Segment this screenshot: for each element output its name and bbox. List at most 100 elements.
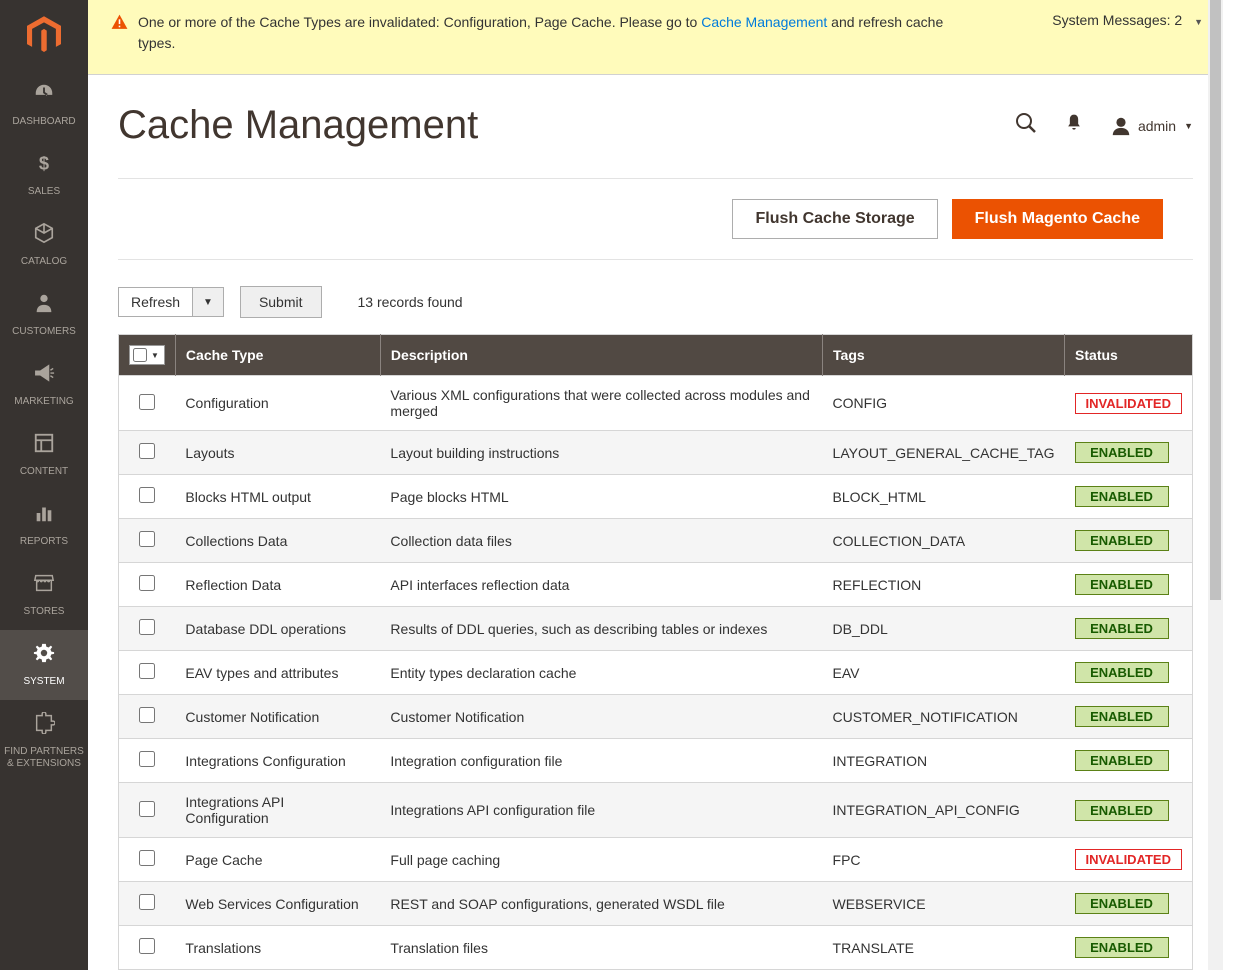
cell-tags: FPC <box>823 838 1065 882</box>
status-badge: INVALIDATED <box>1075 849 1182 870</box>
sidebar-item-label: REPORTS <box>20 536 68 548</box>
table-row: ConfigurationVarious XML configurations … <box>119 376 1193 431</box>
cell-description: Entity types declaration cache <box>380 651 822 695</box>
row-checkbox[interactable] <box>139 801 155 817</box>
cell-status: ENABLED <box>1065 431 1193 475</box>
row-checkbox[interactable] <box>139 531 155 547</box>
magento-logo[interactable] <box>0 0 88 70</box>
flush-cache-storage-button[interactable]: Flush Cache Storage <box>732 199 937 239</box>
sidebar-item-reports[interactable]: REPORTS <box>0 490 88 560</box>
sidebar-item-stores[interactable]: STORES <box>0 560 88 630</box>
table-row: Collections DataCollection data filesCOL… <box>119 519 1193 563</box>
row-checkbox[interactable] <box>139 850 155 866</box>
cell-cache-type: Blocks HTML output <box>175 475 380 519</box>
cell-cache-type: EAV types and attributes <box>175 651 380 695</box>
row-checkbox[interactable] <box>139 443 155 459</box>
col-cache-type[interactable]: Cache Type <box>175 335 380 376</box>
status-badge: ENABLED <box>1075 937 1169 958</box>
col-description[interactable]: Description <box>380 335 822 376</box>
row-checkbox[interactable] <box>139 487 155 503</box>
sidebar-item-label: SALES <box>28 186 60 198</box>
cell-tags: COLLECTION_DATA <box>823 519 1065 563</box>
cell-status: ENABLED <box>1065 475 1193 519</box>
row-checkbox[interactable] <box>139 751 155 767</box>
col-tags[interactable]: Tags <box>823 335 1065 376</box>
cell-tags: INTEGRATION <box>823 739 1065 783</box>
cell-description: Translation files <box>380 926 822 970</box>
cell-tags: CUSTOMER_NOTIFICATION <box>823 695 1065 739</box>
sidebar-item-label: SYSTEM <box>23 676 64 688</box>
cell-description: Integration configuration file <box>380 739 822 783</box>
header-checkbox-col: ▼ <box>119 335 176 376</box>
svg-text:$: $ <box>39 152 49 173</box>
table-row: Customer NotificationCustomer Notificati… <box>119 695 1193 739</box>
scrollbar-track[interactable] <box>1208 0 1223 970</box>
submit-button[interactable]: Submit <box>240 286 322 318</box>
row-checkbox[interactable] <box>139 663 155 679</box>
select-all-checkbox[interactable] <box>133 348 147 362</box>
cell-description: Collection data files <box>380 519 822 563</box>
sidebar: DASHBOARD $ SALES CATALOG CUSTOMERS MARKETING… <box>0 0 88 970</box>
flush-magento-cache-button[interactable]: Flush Magento Cache <box>952 199 1163 239</box>
cell-tags: CONFIG <box>823 376 1065 431</box>
mass-action-label: Refresh <box>118 287 193 317</box>
cell-cache-type: Configuration <box>175 376 380 431</box>
cache-types-table: ▼ Cache Type Description Tags Status Con… <box>118 334 1193 970</box>
sidebar-item-system[interactable]: SYSTEM <box>0 630 88 700</box>
cell-description: REST and SOAP configurations, generated … <box>380 882 822 926</box>
cell-cache-type: Translations <box>175 926 380 970</box>
sidebar-item-content[interactable]: CONTENT <box>0 420 88 490</box>
sidebar-item-sales[interactable]: $ SALES <box>0 140 88 210</box>
sidebar-item-label: MARKETING <box>14 396 73 408</box>
cell-status: INVALIDATED <box>1065 376 1193 431</box>
message-text-prefix: One or more of the Cache Types are inval… <box>138 14 701 30</box>
system-messages-count[interactable]: System Messages: 2 <box>1052 12 1203 28</box>
dollar-icon: $ <box>33 152 55 180</box>
table-row: LayoutsLayout building instructionsLAYOU… <box>119 431 1193 475</box>
notifications-icon[interactable] <box>1064 113 1084 139</box>
puzzle-icon <box>33 712 55 740</box>
search-icon[interactable] <box>1014 111 1038 141</box>
status-badge: ENABLED <box>1075 574 1169 595</box>
row-checkbox[interactable] <box>139 938 155 954</box>
sidebar-item-label: CUSTOMERS <box>12 326 76 338</box>
sidebar-item-customers[interactable]: CUSTOMERS <box>0 280 88 350</box>
cell-status: INVALIDATED <box>1065 838 1193 882</box>
cell-cache-type: Reflection Data <box>175 563 380 607</box>
select-all-dropdown-icon[interactable]: ▼ <box>148 351 162 360</box>
cache-management-link[interactable]: Cache Management <box>701 14 827 30</box>
row-checkbox[interactable] <box>139 707 155 723</box>
table-row: TranslationsTranslation filesTRANSLATEEN… <box>119 926 1193 970</box>
chevron-down-icon[interactable]: ▼ <box>193 287 224 317</box>
sidebar-item-partners[interactable]: FIND PARTNERS & EXTENSIONS <box>0 700 88 782</box>
col-status[interactable]: Status <box>1065 335 1193 376</box>
sidebar-item-dashboard[interactable]: DASHBOARD <box>0 70 88 140</box>
sidebar-item-catalog[interactable]: CATALOG <box>0 210 88 280</box>
cell-tags: EAV <box>823 651 1065 695</box>
blocks-icon <box>33 432 55 460</box>
sidebar-item-label: FIND PARTNERS & EXTENSIONS <box>4 746 84 770</box>
row-checkbox[interactable] <box>139 619 155 635</box>
system-message-text: One or more of the Cache Types are inval… <box>138 12 968 54</box>
sidebar-item-label: CATALOG <box>21 256 67 268</box>
row-checkbox[interactable] <box>139 894 155 910</box>
cell-description: Customer Notification <box>380 695 822 739</box>
cell-tags: LAYOUT_GENERAL_CACHE_TAG <box>823 431 1065 475</box>
sidebar-item-marketing[interactable]: MARKETING <box>0 350 88 420</box>
row-checkbox[interactable] <box>139 575 155 591</box>
mass-action-select[interactable]: Refresh ▼ <box>118 287 224 317</box>
cell-status: ENABLED <box>1065 607 1193 651</box>
system-message-bar: One or more of the Cache Types are inval… <box>88 0 1223 75</box>
cell-status: ENABLED <box>1065 695 1193 739</box>
cell-cache-type: Web Services Configuration <box>175 882 380 926</box>
row-checkbox[interactable] <box>139 394 155 410</box>
status-badge: ENABLED <box>1075 750 1169 771</box>
table-row: Web Services ConfigurationREST and SOAP … <box>119 882 1193 926</box>
admin-user-menu[interactable]: admin <box>1110 115 1193 137</box>
dashboard-icon <box>33 82 55 110</box>
admin-user-label: admin <box>1138 118 1176 134</box>
cell-cache-type: Integrations Configuration <box>175 739 380 783</box>
cell-description: API interfaces reflection data <box>380 563 822 607</box>
cell-tags: REFLECTION <box>823 563 1065 607</box>
scrollbar-thumb[interactable] <box>1210 0 1221 600</box>
